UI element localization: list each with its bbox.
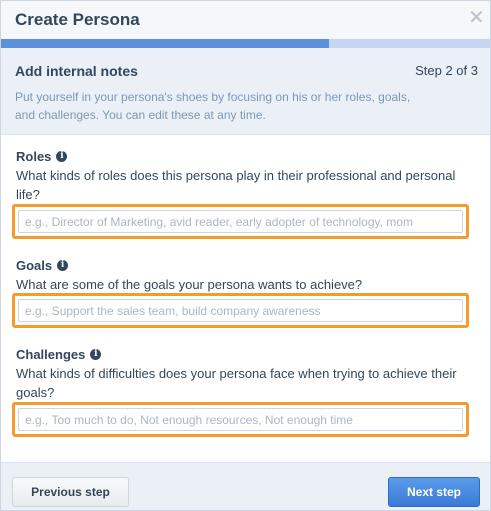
challenges-input-highlight xyxy=(12,402,469,437)
step-header: Add internal notes Step 2 of 3 Put yours… xyxy=(1,48,490,135)
dialog-title: Create Persona xyxy=(15,10,140,29)
roles-label-text: Roles xyxy=(16,149,52,164)
roles-input[interactable] xyxy=(18,210,463,233)
challenges-help-text: What kinds of difficulties does your per… xyxy=(16,366,457,400)
dialog-header: Create Persona ✕ xyxy=(1,1,490,39)
goals-input[interactable] xyxy=(18,299,463,322)
create-persona-dialog: Create Persona ✕ Add internal notes Step… xyxy=(0,0,491,511)
info-icon[interactable]: i xyxy=(57,260,69,271)
roles-label: Roles i xyxy=(16,149,68,164)
challenges-label-text: Challenges xyxy=(16,347,86,362)
close-icon[interactable]: ✕ xyxy=(468,8,485,28)
goals-help-text: What are some of the goals your persona … xyxy=(16,277,363,292)
roles-input-highlight xyxy=(12,204,469,239)
dialog-footer: Previous step Next step xyxy=(1,462,490,510)
goals-label-text: Goals xyxy=(16,258,53,273)
step-title: Add internal notes xyxy=(15,63,138,79)
previous-step-button[interactable]: Previous step xyxy=(12,477,129,507)
info-icon[interactable]: i xyxy=(56,151,68,162)
goals-label: Goals i xyxy=(16,258,69,273)
step-count: Step 2 of 3 xyxy=(415,63,478,78)
progress-bar-fill xyxy=(1,39,329,48)
info-icon[interactable]: i xyxy=(90,349,102,360)
goals-input-highlight xyxy=(12,293,469,328)
roles-help-text: What kinds of roles does this persona pl… xyxy=(16,168,456,202)
challenges-input[interactable] xyxy=(18,408,463,431)
challenges-label: Challenges i xyxy=(16,347,102,362)
step-description: Put yourself in your persona's shoes by … xyxy=(15,90,411,122)
next-step-button[interactable]: Next step xyxy=(388,477,480,507)
progress-bar xyxy=(1,39,490,48)
